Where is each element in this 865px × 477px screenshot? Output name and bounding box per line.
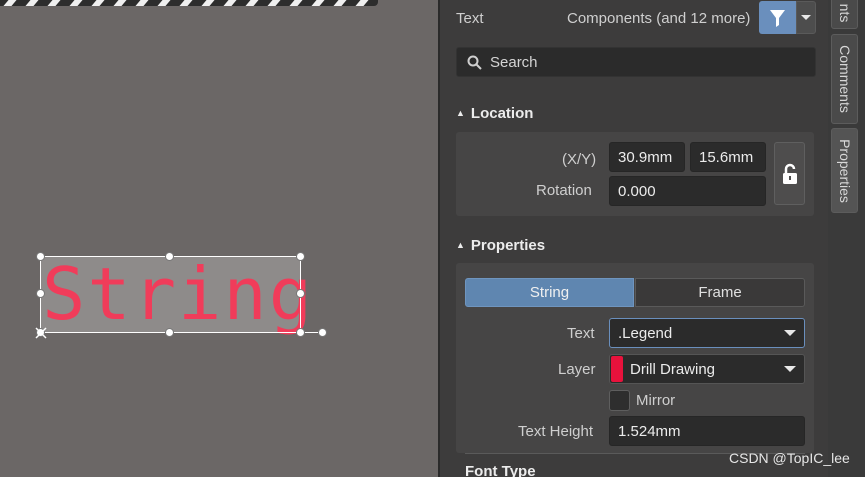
pcb-canvas[interactable]: String bbox=[0, 0, 438, 477]
resize-handle-mid-right[interactable] bbox=[296, 289, 305, 298]
resize-handle-top-left[interactable] bbox=[36, 252, 45, 261]
unlock-icon bbox=[783, 163, 797, 184]
mirror-checkbox[interactable] bbox=[609, 390, 630, 411]
y-field[interactable]: 15.6mm bbox=[690, 142, 766, 172]
text-height-label: Text Height bbox=[518, 423, 594, 440]
location-title: Location bbox=[470, 105, 534, 122]
ruler-segment bbox=[333, 0, 347, 6]
origin-cross-icon bbox=[35, 326, 47, 339]
properties-title: Properties bbox=[470, 237, 546, 254]
anchor-handle[interactable] bbox=[318, 328, 327, 337]
watermark: CSDN @TopIC_lee bbox=[729, 450, 850, 466]
selection-line-bottom bbox=[40, 332, 323, 333]
tab-string[interactable]: String bbox=[465, 278, 634, 307]
resize-handle-mid-left[interactable] bbox=[36, 289, 45, 298]
resize-handle-top-mid[interactable] bbox=[165, 252, 174, 261]
chevron-down-icon bbox=[784, 366, 796, 372]
ruler-segment bbox=[201, 0, 215, 6]
ruler-segment bbox=[245, 0, 259, 6]
x-field[interactable]: 30.9mm bbox=[609, 142, 685, 172]
tab-comments[interactable]: Comments bbox=[831, 34, 858, 124]
ruler-strip bbox=[0, 0, 378, 6]
ruler-segment bbox=[157, 0, 171, 6]
chevron-down-icon bbox=[801, 15, 811, 20]
rotation-label: Rotation bbox=[536, 182, 592, 199]
string-text-object[interactable]: String bbox=[40, 254, 312, 334]
rotation-field[interactable]: 0.000 bbox=[609, 176, 766, 206]
text-dropdown[interactable]: .Legend bbox=[609, 318, 805, 348]
tab-comments-label: Comments bbox=[836, 45, 853, 113]
text-label: Text bbox=[567, 325, 595, 342]
tab-properties[interactable]: Properties bbox=[831, 128, 858, 213]
panel-header-label: Text bbox=[456, 10, 484, 27]
ruler-segment bbox=[267, 0, 281, 6]
search-icon bbox=[467, 55, 482, 70]
ruler-segment bbox=[113, 0, 127, 6]
ruler-segment bbox=[223, 0, 237, 6]
xy-label: (X/Y) bbox=[562, 151, 597, 168]
ruler-segment bbox=[311, 0, 325, 6]
filter-dropdown-button[interactable] bbox=[796, 1, 816, 34]
resize-handle-bottom-right[interactable] bbox=[296, 328, 305, 337]
lock-toggle-button[interactable] bbox=[774, 142, 805, 205]
chevron-down-icon bbox=[784, 330, 796, 336]
filter-button[interactable] bbox=[759, 1, 796, 34]
resize-handle-top-right[interactable] bbox=[296, 252, 305, 261]
filter-icon bbox=[770, 10, 785, 27]
ruler-segment bbox=[179, 0, 193, 6]
layer-label: Layer bbox=[558, 361, 596, 378]
search-placeholder: Search bbox=[490, 54, 538, 71]
filter-summary: Components (and 12 more) bbox=[567, 10, 751, 27]
font-type-label: Font Type bbox=[465, 463, 536, 477]
string-text: String bbox=[42, 252, 315, 336]
ruler-segment bbox=[289, 0, 303, 6]
collapse-triangle-icon: ▲ bbox=[456, 240, 465, 250]
layer-dropdown[interactable]: Drill Drawing bbox=[609, 354, 805, 384]
ruler-segment bbox=[25, 0, 39, 6]
ruler-segment bbox=[135, 0, 149, 6]
collapse-triangle-icon: ▲ bbox=[456, 108, 465, 118]
layer-color-swatch bbox=[611, 356, 623, 382]
ruler-segment bbox=[47, 0, 61, 6]
location-section-header[interactable]: ▲ Location bbox=[456, 105, 533, 122]
ruler-segment bbox=[91, 0, 105, 6]
resize-handle-bottom-mid[interactable] bbox=[165, 328, 174, 337]
search-input[interactable]: Search bbox=[456, 47, 816, 77]
tab-properties-label: Properties bbox=[836, 138, 853, 203]
tab-frame[interactable]: Frame bbox=[635, 278, 805, 307]
text-dropdown-value: .Legend bbox=[618, 325, 673, 342]
ruler-segment bbox=[3, 0, 17, 6]
ruler-segment bbox=[355, 0, 369, 6]
properties-section-header[interactable]: ▲ Properties bbox=[456, 237, 545, 254]
mirror-label: Mirror bbox=[636, 392, 676, 409]
ruler-segment bbox=[377, 0, 378, 6]
tab-components[interactable]: nts bbox=[831, 0, 858, 29]
text-height-field[interactable]: 1.524mm bbox=[609, 416, 805, 446]
layer-dropdown-value: Drill Drawing bbox=[630, 361, 716, 378]
tab-components-label: nts bbox=[836, 3, 853, 22]
ruler-segment bbox=[69, 0, 83, 6]
